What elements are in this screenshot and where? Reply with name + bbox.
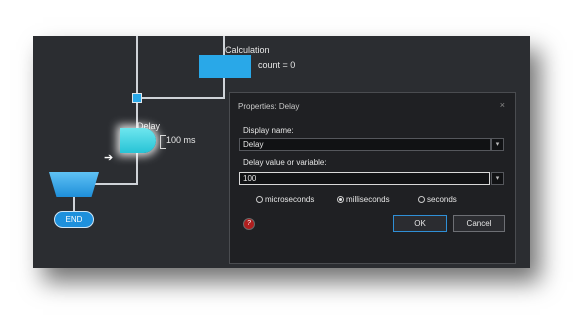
radio-circle bbox=[256, 196, 263, 203]
properties-dialog: Properties: Delay × Display name: Delay … bbox=[229, 92, 516, 264]
display-name-label: Display name: bbox=[243, 126, 294, 135]
wire-left-vertical bbox=[136, 36, 138, 94]
calculation-label: Calculation bbox=[225, 45, 270, 55]
wire-to-output bbox=[93, 183, 138, 185]
radio-label: microseconds bbox=[265, 195, 315, 204]
wire-junction-to-calc bbox=[141, 97, 224, 99]
output-block[interactable] bbox=[49, 172, 99, 197]
radio-circle-selected bbox=[337, 196, 344, 203]
flowchart-canvas[interactable]: Calculation count = 0 Delay 100 ms ➔ END… bbox=[33, 36, 530, 268]
radio-microseconds[interactable]: microseconds bbox=[256, 195, 314, 204]
radio-label: milliseconds bbox=[346, 195, 390, 204]
dialog-title: Properties: Delay bbox=[238, 102, 300, 111]
radio-label: seconds bbox=[427, 195, 457, 204]
arrow-right-icon: ➔ bbox=[104, 152, 114, 164]
wire-calc-down bbox=[223, 78, 225, 99]
close-icon[interactable]: × bbox=[500, 100, 505, 110]
calculation-block[interactable] bbox=[199, 55, 251, 78]
radio-seconds[interactable]: seconds bbox=[418, 195, 457, 204]
delay-value-annotation: 100 ms bbox=[166, 135, 196, 145]
ok-button[interactable]: OK bbox=[393, 215, 447, 232]
delay-block[interactable] bbox=[120, 128, 156, 153]
radio-circle bbox=[418, 196, 425, 203]
delay-value-field[interactable]: 100 bbox=[239, 172, 490, 185]
wire-output-to-end bbox=[73, 197, 75, 211]
delay-value-label: Delay value or variable: bbox=[243, 158, 327, 167]
display-name-dropdown-icon[interactable]: ▾ bbox=[491, 138, 504, 151]
display-name-field[interactable]: Delay bbox=[239, 138, 491, 151]
radio-milliseconds[interactable]: milliseconds bbox=[337, 195, 390, 204]
connector-junction[interactable] bbox=[132, 93, 142, 103]
cancel-button[interactable]: Cancel bbox=[453, 215, 505, 232]
wire-delay-down bbox=[136, 153, 138, 184]
help-icon[interactable]: ? bbox=[243, 218, 255, 230]
end-terminal[interactable]: END bbox=[54, 211, 94, 228]
calculation-expression: count = 0 bbox=[258, 60, 296, 70]
delay-value-dropdown-icon[interactable]: ▾ bbox=[491, 172, 504, 185]
